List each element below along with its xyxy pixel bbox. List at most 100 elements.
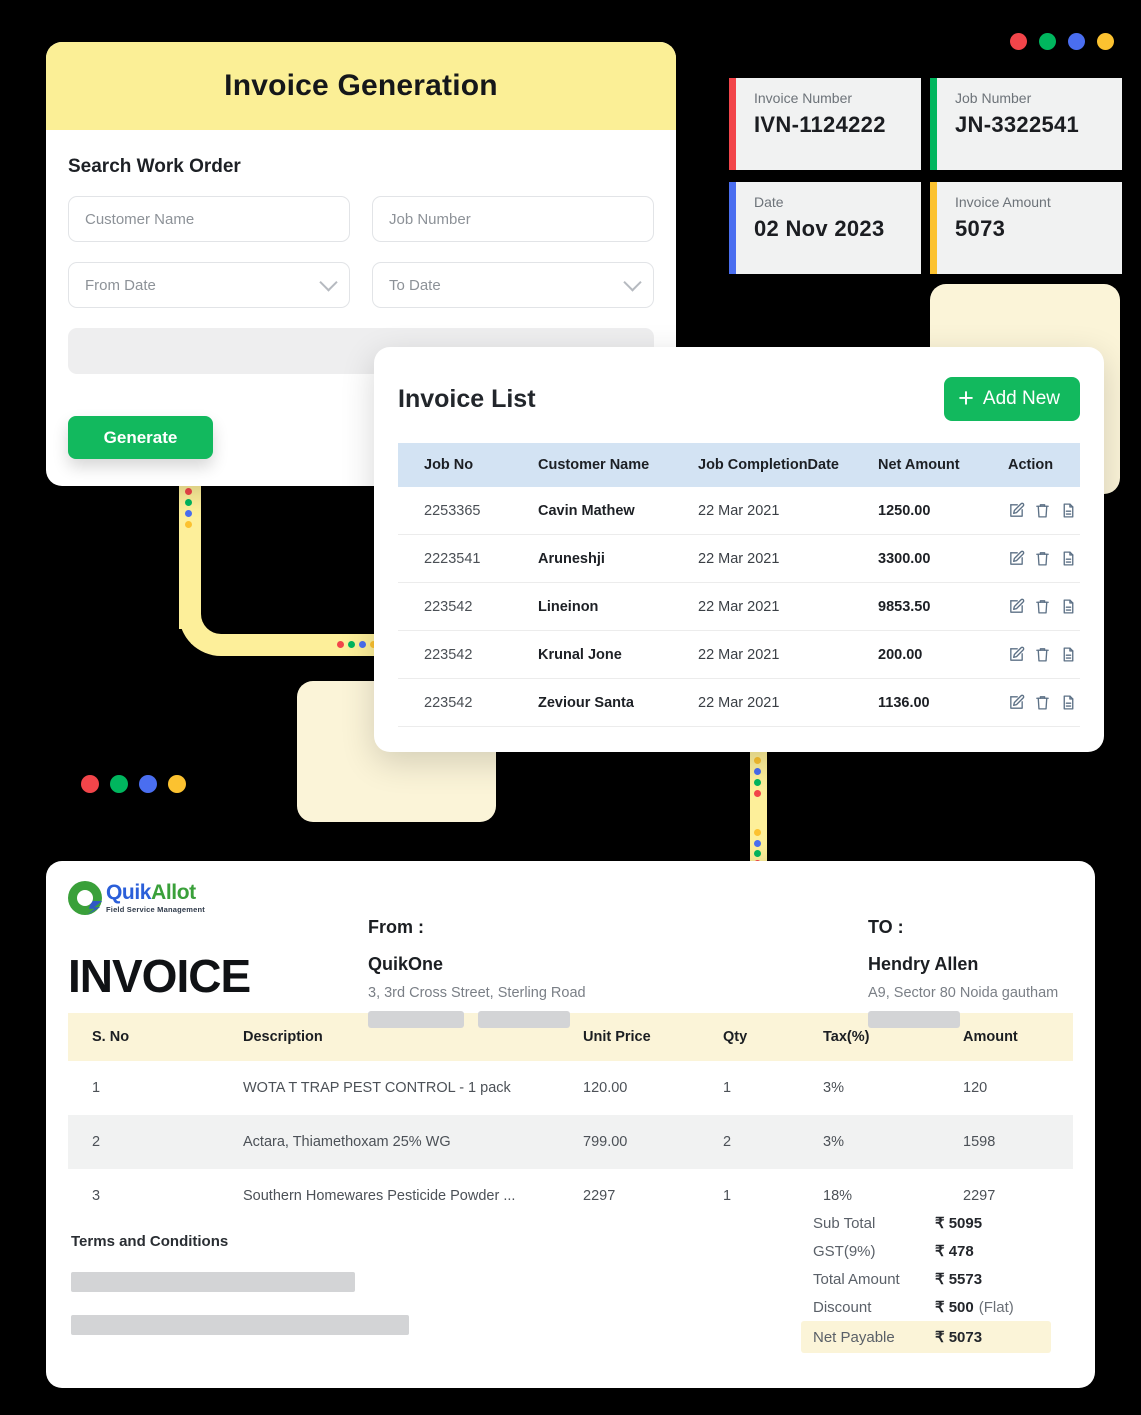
from-name: QuikOne [368, 954, 586, 975]
total-value: ₹ 478 [935, 1242, 974, 1260]
from-date-placeholder: From Date [85, 277, 156, 294]
decor-dot-green [185, 499, 192, 506]
cell-actions [1008, 583, 1080, 631]
table-row[interactable]: 2253365Cavin Mathew22 Mar 20211250.00 [398, 487, 1080, 535]
from-date-select[interactable]: From Date [68, 262, 350, 308]
decor-path-corner [179, 600, 243, 656]
cell-customer-name: Cavin Mathew [538, 487, 698, 535]
edit-icon[interactable] [1008, 502, 1025, 519]
delete-icon[interactable] [1034, 646, 1051, 663]
stat-value: 5073 [955, 216, 1051, 242]
brand-column: QuikAllot Field Service Management INVOI… [68, 881, 348, 1011]
column-header-customer-name[interactable]: Customer Name [538, 443, 698, 487]
column-header-job-no[interactable]: Job No [398, 443, 538, 487]
total-value: ₹ 5573 [935, 1270, 982, 1288]
total-row: Total Amount₹ 5573 [801, 1265, 1051, 1293]
cell-actions [1008, 679, 1080, 727]
column-header-completion-date[interactable]: Job CompletionDate [698, 443, 878, 487]
decor-dot-green [348, 641, 355, 648]
column-header-qty: Qty [723, 1013, 823, 1061]
document-icon[interactable] [1060, 550, 1077, 567]
total-label: GST(9%) [813, 1243, 935, 1260]
delete-icon[interactable] [1034, 694, 1051, 711]
decor-dot-red [754, 790, 761, 797]
cell-description: Southern Homewares Pesticide Powder ... [243, 1169, 583, 1223]
cell-qty: 1 [723, 1061, 823, 1115]
terms-and-conditions: Terms and Conditions [68, 1233, 688, 1335]
cell-actions [1008, 487, 1080, 535]
customer-name-input[interactable]: Customer Name [68, 196, 350, 242]
total-note: (Flat) [979, 1299, 1014, 1316]
stat-accent-bar [729, 182, 736, 274]
from-address: 3, 3rd Cross Street, Sterling Road [368, 985, 586, 1001]
cell-completion-date: 22 Mar 2021 [698, 583, 878, 631]
invoice-document: QuikAllot Field Service Management INVOI… [46, 861, 1095, 1388]
to-date-placeholder: To Date [389, 277, 441, 294]
total-row: Net Payable₹ 5073 [801, 1321, 1051, 1353]
job-number-input[interactable]: Job Number [372, 196, 654, 242]
search-fields-row-2: From Date To Date [68, 262, 654, 308]
edit-icon[interactable] [1008, 598, 1025, 615]
cell-completion-date: 22 Mar 2021 [698, 631, 878, 679]
column-header-action: Action [1008, 443, 1080, 487]
column-header-net-amount[interactable]: Net Amount [878, 443, 1008, 487]
decor-dot-green [754, 850, 761, 857]
edit-icon[interactable] [1008, 550, 1025, 567]
stat-label: Date [754, 194, 885, 210]
delete-icon[interactable] [1034, 550, 1051, 567]
decor-dot-yellow [754, 757, 761, 764]
add-new-label: Add New [983, 388, 1060, 410]
delete-icon[interactable] [1034, 598, 1051, 615]
table-header-row: Job No Customer Name Job CompletionDate … [398, 443, 1080, 487]
cell-job-no: 223542 [398, 583, 538, 631]
to-date-select[interactable]: To Date [372, 262, 654, 308]
cell-job-no: 2253365 [398, 487, 538, 535]
total-label: Net Payable [813, 1329, 935, 1346]
decor-dot-blue [754, 840, 761, 847]
decor-dot-red [337, 641, 344, 648]
logo-word-quik: Quik [106, 881, 151, 904]
page-title: Invoice Generation [224, 69, 498, 103]
plus-icon: + [958, 385, 974, 412]
decor-dot-red [185, 488, 192, 495]
edit-icon[interactable] [1008, 646, 1025, 663]
row-action-group [1008, 694, 1080, 711]
cell-sno: 3 [68, 1169, 243, 1223]
edit-icon[interactable] [1008, 694, 1025, 711]
cell-completion-date: 22 Mar 2021 [698, 535, 878, 583]
document-icon[interactable] [1060, 694, 1077, 711]
document-icon[interactable] [1060, 646, 1077, 663]
table-row[interactable]: 223542Krunal Jone22 Mar 2021200.00 [398, 631, 1080, 679]
panel-header: Invoice Generation [46, 42, 676, 130]
invoice-heading: INVOICE [68, 949, 348, 1003]
document-icon[interactable] [1060, 502, 1077, 519]
invoice-document-header: QuikAllot Field Service Management INVOI… [68, 881, 1073, 1011]
delete-icon[interactable] [1034, 502, 1051, 519]
search-work-order-label: Search Work Order [68, 156, 654, 178]
row-action-group [1008, 550, 1080, 567]
document-icon[interactable] [1060, 598, 1077, 615]
invoice-list-table: Job No Customer Name Job CompletionDate … [398, 443, 1080, 727]
decor-dot-blue [139, 775, 157, 793]
cell-net-amount: 3300.00 [878, 535, 1008, 583]
to-label: TO : [868, 917, 1058, 938]
redacted-bar [71, 1272, 355, 1292]
table-row[interactable]: 223542Zeviour Santa22 Mar 20211136.00 [398, 679, 1080, 727]
from-label: From : [368, 917, 586, 938]
invoice-from-block: From : QuikOne 3, 3rd Cross Street, Ster… [368, 917, 586, 1033]
cell-actions [1008, 631, 1080, 679]
add-new-button[interactable]: + Add New [944, 377, 1080, 421]
cell-job-no: 223542 [398, 679, 538, 727]
stat-card-job-number: Job Number JN-3322541 [930, 78, 1122, 170]
terms-title: Terms and Conditions [71, 1233, 688, 1250]
redacted-bar [478, 1011, 570, 1028]
table-row[interactable]: 223542Lineinon22 Mar 20219853.50 [398, 583, 1080, 631]
table-row[interactable]: 2223541Aruneshji22 Mar 20213300.00 [398, 535, 1080, 583]
row-action-group [1008, 598, 1080, 615]
column-header-sno: S. No [68, 1013, 243, 1061]
cell-net-amount: 200.00 [878, 631, 1008, 679]
decor-dot-blue [1068, 33, 1085, 50]
job-number-placeholder: Job Number [389, 211, 471, 228]
logo-wordmark: QuikAllot [106, 881, 196, 904]
generate-button[interactable]: Generate [68, 416, 213, 459]
